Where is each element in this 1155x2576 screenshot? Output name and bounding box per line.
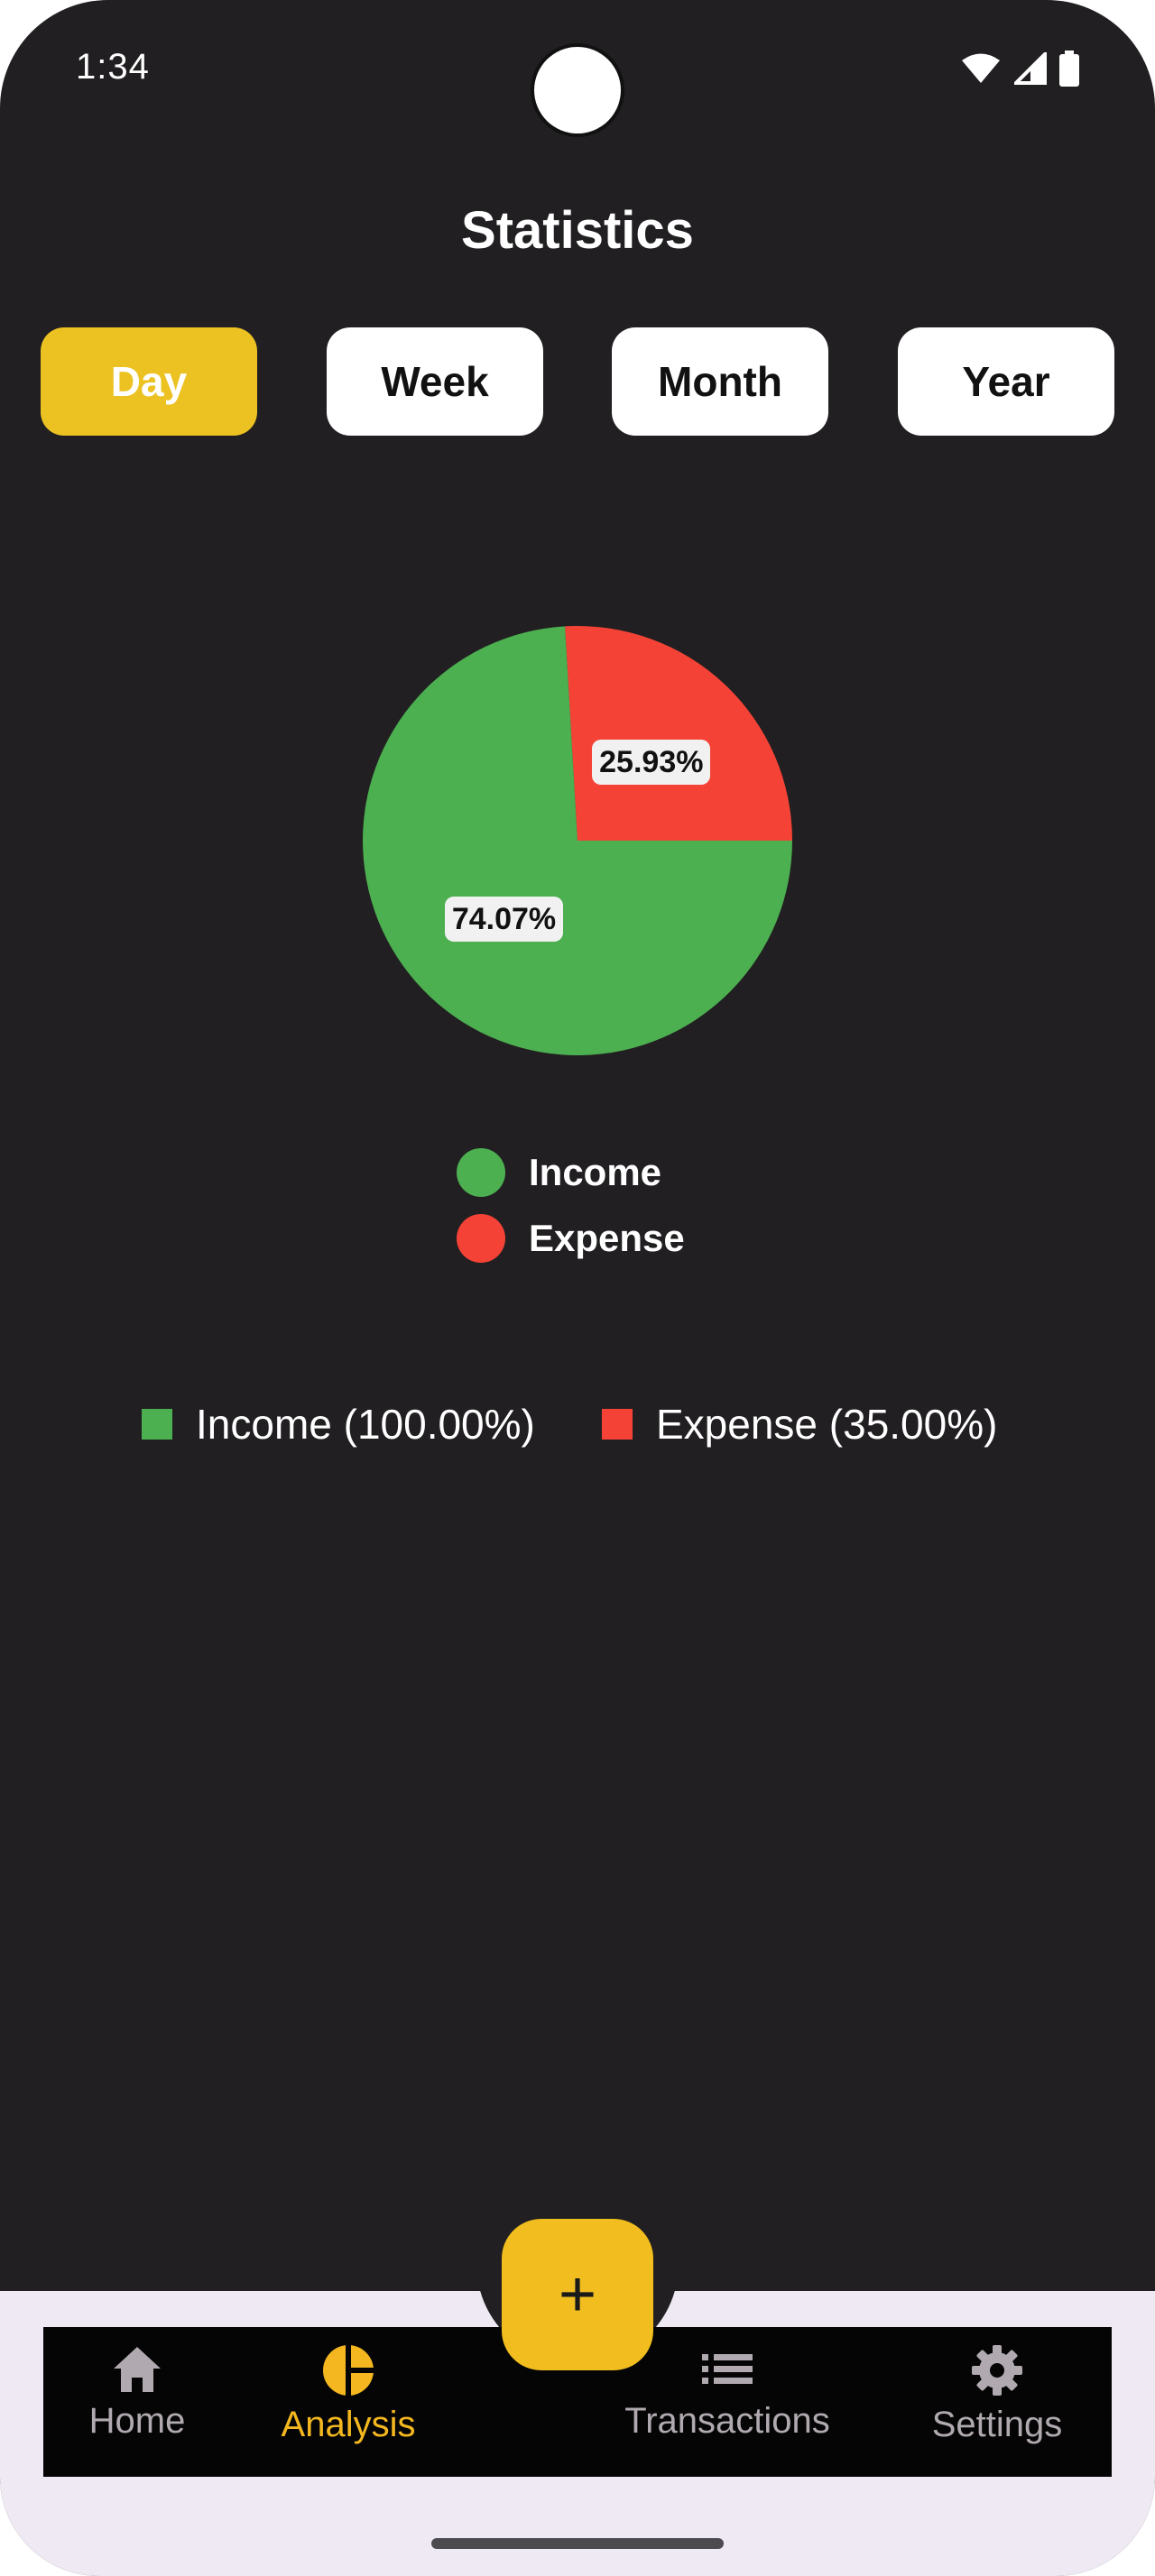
pie-label-expense: 25.93% — [592, 740, 711, 786]
gear-icon — [972, 2345, 1022, 2396]
pie-chart-icon — [323, 2345, 374, 2396]
summary-income: Income (100.00%) — [142, 1400, 535, 1449]
phone-screen: 1:34 Statistics Day Week Month Year 74.0… — [0, 0, 1155, 2576]
legend-item-expense: Expense — [457, 1214, 685, 1263]
home-icon — [114, 2347, 161, 2392]
pie-label-income: 74.07% — [444, 896, 564, 942]
nav-label-home: Home — [88, 2401, 186, 2441]
legend-label-income: Income — [529, 1151, 662, 1193]
nav-label-transactions: Transactions — [624, 2401, 830, 2441]
pie-chart — [362, 626, 792, 1055]
nav-item-home[interactable]: Home — [87, 2343, 188, 2442]
nav-label-analysis: Analysis — [281, 2405, 416, 2444]
add-transaction-button[interactable]: + — [502, 2219, 653, 2370]
summary-square-expense — [602, 1409, 633, 1440]
nav-item-transactions[interactable]: Transactions — [614, 2343, 841, 2442]
legend-item-income: Income — [457, 1148, 661, 1197]
nav-label-settings: Settings — [931, 2405, 1063, 2444]
summary-expense-text: Expense (35.00%) — [656, 1401, 998, 1448]
pie-slice-expense — [565, 626, 792, 841]
summary-expense: Expense (35.00%) — [602, 1400, 997, 1449]
legend-dot-income — [457, 1148, 505, 1197]
home-indicator[interactable] — [431, 2538, 724, 2549]
summary-income-text: Income (100.00%) — [196, 1401, 535, 1448]
nav-item-settings[interactable]: Settings — [920, 2343, 1074, 2445]
summary-square-income — [142, 1409, 172, 1440]
legend-label-expense: Expense — [529, 1217, 685, 1259]
list-icon — [702, 2354, 753, 2384]
legend-dot-expense — [457, 1214, 505, 1263]
nav-item-analysis[interactable]: Analysis — [271, 2343, 426, 2445]
